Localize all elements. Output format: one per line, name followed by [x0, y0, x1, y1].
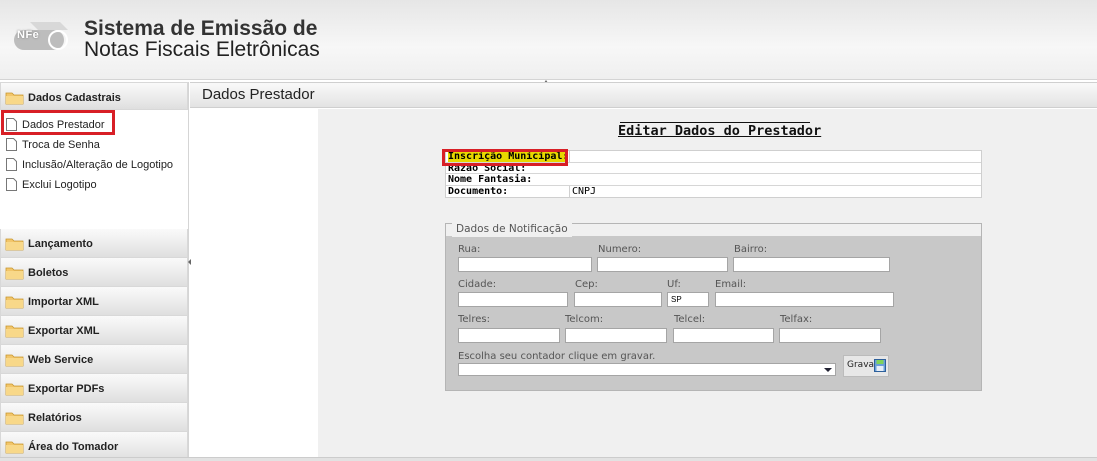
- bairro-label: Bairro:: [734, 244, 768, 255]
- cidade-label: Cidade:: [458, 279, 497, 290]
- menu-item-label: Troca de Senha: [22, 139, 100, 151]
- folder-icon: [5, 412, 24, 425]
- panel-title: Dados Prestador: [190, 82, 1097, 108]
- info-row-fantasia: Nome Fantasia:: [446, 174, 981, 186]
- rua-input[interactable]: [458, 257, 592, 272]
- folder-icon: [5, 441, 24, 454]
- menu-item-logotipo[interactable]: Inclusão/Alteração de Logotipo: [0, 157, 188, 177]
- inscricao-highlight: [442, 149, 568, 166]
- gravar-button[interactable]: Gravar: [843, 355, 889, 377]
- section-label: Exportar XML: [28, 325, 100, 337]
- folder-icon: [5, 267, 24, 280]
- documento-label: Documento:: [448, 185, 509, 197]
- fieldset-legend: Dados de Notificação: [452, 223, 572, 237]
- section-dados-cadastrais[interactable]: Dados Cadastrais: [0, 82, 188, 110]
- section-label: Boletos: [28, 267, 69, 279]
- telres-label: Telres:: [458, 314, 490, 325]
- section-label: Exportar PDFs: [28, 383, 105, 395]
- cep-input[interactable]: [574, 292, 662, 307]
- telfax-input[interactable]: [779, 328, 881, 343]
- section-exportar-xml[interactable]: Exportar XML: [0, 316, 188, 345]
- telcom-label: Telcom:: [565, 314, 604, 325]
- folder-icon: [5, 92, 24, 105]
- telcom-input[interactable]: [565, 328, 667, 343]
- email-input[interactable]: [715, 292, 894, 307]
- section-web-service[interactable]: Web Service: [0, 345, 188, 374]
- sidebar: Dados Cadastrais Dados Prestador Troca d…: [0, 82, 189, 461]
- section-label: Dados Cadastrais: [28, 92, 121, 104]
- selection-highlight: [1, 110, 115, 135]
- save-icon: [874, 359, 886, 372]
- fantasia-value: [569, 174, 981, 185]
- folder-icon: [5, 354, 24, 367]
- menu-item-troca-de-senha[interactable]: Troca de Senha: [0, 137, 188, 157]
- section-label: Relatórios: [28, 412, 82, 424]
- telcel-label: Telcel:: [674, 314, 706, 325]
- info-row-documento: Documento: CNPJ: [446, 185, 981, 198]
- fantasia-label: Nome Fantasia:: [448, 174, 533, 185]
- razao-value: [569, 163, 981, 174]
- section-relatorios[interactable]: Relatórios: [0, 403, 188, 432]
- inscricao-value: [569, 151, 981, 162]
- section-label: Lançamento: [28, 238, 93, 250]
- form-title: Editar Dados do Prestador: [618, 123, 822, 139]
- numero-label: Numero:: [598, 244, 642, 255]
- contador-label: Escolha seu contador clique em gravar.: [458, 351, 656, 362]
- section-boletos[interactable]: Boletos: [0, 258, 188, 287]
- folder-icon: [5, 296, 24, 309]
- menu-item-label: Inclusão/Alteração de Logotipo: [22, 159, 174, 171]
- cidade-input[interactable]: [458, 292, 568, 307]
- form-area: Editar Dados do Prestador Inscrição Muni…: [318, 109, 1097, 457]
- app-header: NFe Sistema de Emissão de Notas Fiscais …: [0, 0, 1097, 83]
- menu-item-label: Exclui Logotipo: [22, 179, 97, 191]
- telres-input[interactable]: [458, 328, 560, 343]
- numero-input[interactable]: [597, 257, 728, 272]
- folder-icon: [5, 325, 24, 338]
- logo-text: NFe: [17, 29, 40, 41]
- rua-label: Rua:: [458, 244, 481, 255]
- main-panel: Dados Prestador Editar Dados do Prestado…: [190, 82, 1097, 457]
- app-title-line2: Notas Fiscais Eletrônicas: [84, 38, 320, 61]
- section-importar-xml[interactable]: Importar XML: [0, 287, 188, 316]
- document-icon: [6, 178, 17, 191]
- dropdown-arrow-icon: [824, 368, 832, 372]
- telfax-label: Telfax:: [780, 314, 813, 325]
- menu-item-exclui-logotipo[interactable]: Exclui Logotipo: [0, 177, 188, 197]
- section-exportar-pdfs[interactable]: Exportar PDFs: [0, 374, 188, 403]
- telcel-input[interactable]: [673, 328, 774, 343]
- notificacao-fieldset: Dados de Notificação Rua: Numero: Bairro…: [445, 223, 982, 391]
- section-label: Web Service: [28, 354, 94, 366]
- document-icon: [6, 158, 17, 171]
- documento-value: CNPJ: [569, 185, 981, 197]
- email-label: Email:: [715, 279, 747, 290]
- section-lancamento[interactable]: Lançamento: [0, 229, 188, 258]
- section-label: Área do Tomador: [28, 441, 119, 453]
- folder-icon: [5, 383, 24, 396]
- bairro-input[interactable]: [733, 257, 890, 272]
- document-icon: [6, 138, 17, 151]
- cep-label: Cep:: [575, 279, 598, 290]
- uf-label: Uf:: [667, 279, 681, 290]
- folder-icon: [5, 238, 24, 251]
- section-label: Importar XML: [28, 296, 99, 308]
- contador-select[interactable]: [458, 363, 836, 376]
- uf-input[interactable]: SP: [667, 292, 709, 307]
- bottom-splitter: [0, 457, 1097, 461]
